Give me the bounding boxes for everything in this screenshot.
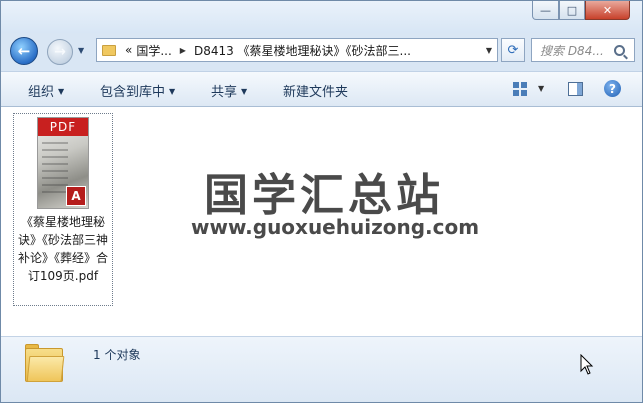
acrobat-icon: A (66, 186, 86, 206)
organize-menu[interactable]: 组织 ▼ (28, 81, 64, 100)
organize-label: 组织 (28, 85, 55, 100)
folder-icon (102, 44, 116, 56)
include-library-label: 包含到库中 (100, 85, 166, 100)
search-icon[interactable] (614, 44, 625, 56)
folder-icon (25, 344, 65, 384)
navigation-bar: ← → ▼ « 国学... ▶ D8413 《蔡星楼地理秘诀》《砂法部三... … (1, 33, 642, 69)
item-count: 1 个对象 (93, 348, 141, 362)
minimize-button[interactable]: — (532, 1, 559, 20)
view-options-dropdown-icon[interactable]: ▼ (538, 84, 544, 93)
breadcrumb-separator-icon[interactable]: ▶ (174, 46, 192, 55)
help-icon[interactable]: ? (604, 80, 621, 97)
change-view-icon[interactable] (513, 82, 527, 96)
include-in-library-menu[interactable]: 包含到库中 ▼ (100, 81, 175, 100)
arrow-left-icon: ← (17, 42, 31, 60)
watermark-url: www.guoxuehuizong.com (191, 215, 480, 239)
breadcrumb-current-folder[interactable]: D8413 《蔡星楼地理秘诀》《砂法部三... (192, 42, 413, 59)
chevron-down-icon: ▼ (58, 87, 65, 96)
breadcrumb-overflow[interactable]: « (123, 43, 134, 57)
forward-button[interactable]: → (47, 39, 73, 65)
new-folder-button[interactable]: 新建文件夹 (283, 81, 348, 100)
share-menu[interactable]: 共享 ▼ (211, 81, 247, 100)
document-preview-image (42, 142, 68, 196)
pdf-label: PDF (38, 118, 88, 136)
address-dropdown-icon[interactable]: ▼ (486, 46, 492, 55)
watermark-title: 国学汇总站 (204, 170, 444, 221)
file-list-pane[interactable]: PDF A 《蔡星楼地理秘诀》《砂法部三神补论》《葬经》合订109页.pdf 国… (1, 107, 642, 336)
explorer-window: — □ ✕ ← → ▼ « 国学... ▶ D8413 《蔡星楼地理秘诀》《砂法… (0, 0, 643, 403)
refresh-icon: ⟳ (507, 42, 519, 58)
address-bar[interactable]: « 国学... ▶ D8413 《蔡星楼地理秘诀》《砂法部三... ▼ (96, 38, 498, 62)
back-button[interactable]: ← (10, 37, 38, 65)
file-item-pdf[interactable]: PDF A 《蔡星楼地理秘诀》《砂法部三神补论》《葬经》合订109页.pdf (13, 113, 113, 306)
breadcrumb-guoxue[interactable]: 国学... (134, 42, 173, 59)
preview-pane-icon[interactable] (568, 82, 583, 96)
history-dropdown-icon[interactable]: ▼ (78, 46, 84, 55)
maximize-button[interactable]: □ (559, 1, 585, 20)
close-button[interactable]: ✕ (585, 1, 630, 20)
refresh-button[interactable]: ⟳ (501, 38, 525, 62)
file-name[interactable]: 《蔡星楼地理秘诀》《砂法部三神补论》《葬经》合订109页.pdf (14, 213, 112, 285)
search-box[interactable]: 搜索 D84... (531, 38, 635, 62)
details-pane: 1 个对象 (1, 336, 642, 402)
mouse-cursor-icon (580, 354, 594, 375)
chevron-down-icon: ▼ (241, 87, 248, 96)
command-toolbar: 组织 ▼ 包含到库中 ▼ 共享 ▼ 新建文件夹 ▼ ? (1, 71, 642, 107)
chevron-down-icon: ▼ (169, 87, 176, 96)
search-input[interactable]: 搜索 D84... (532, 42, 614, 59)
share-label: 共享 (211, 85, 238, 100)
title-bar: — □ ✕ (1, 1, 642, 33)
pdf-thumbnail: PDF A (37, 117, 89, 209)
arrow-right-icon: → (54, 44, 66, 60)
